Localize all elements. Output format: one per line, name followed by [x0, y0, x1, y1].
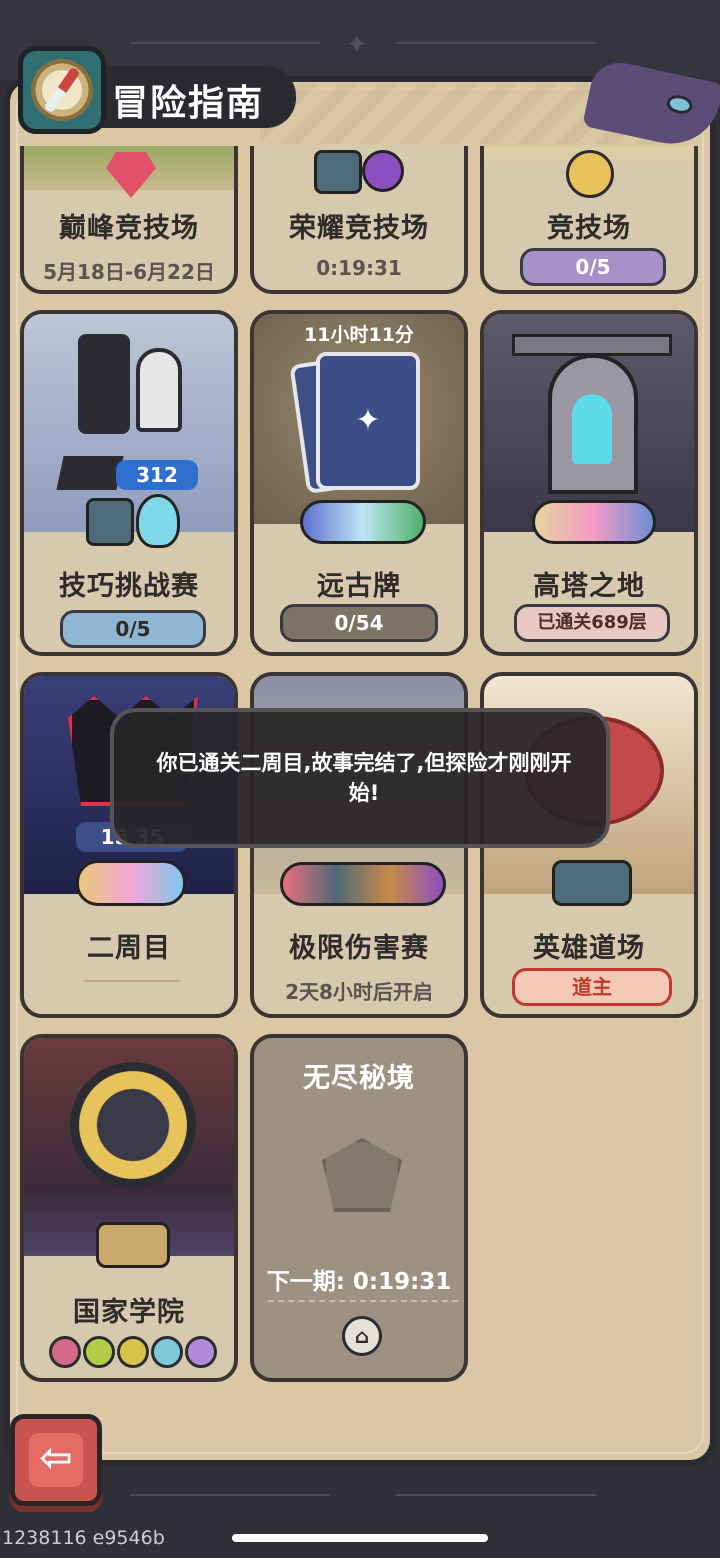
card-endless-realm[interactable]: 无尽秘境 下一期: 0:19:31 ⌂: [250, 1034, 468, 1382]
rewards-icon: [532, 500, 656, 544]
card-name: 巅峰竞技场: [59, 213, 199, 244]
card-peak-arena[interactable]: 巅峰竞技场 5月18日-6月22日: [20, 146, 238, 294]
progress-pill: 0/5: [60, 610, 206, 648]
countdown: 0:19:31: [316, 256, 402, 280]
back-button[interactable]: ⇦: [10, 1414, 102, 1506]
divider: [268, 1300, 458, 1302]
helmet-key-icon: [552, 860, 632, 906]
progress-pill: 0/5: [520, 248, 666, 286]
divider: [84, 980, 180, 982]
graduation-cap-icon: [56, 456, 124, 490]
compass-icon: [18, 46, 106, 134]
title-pill: 道主: [512, 968, 672, 1006]
yellow-orb-icon: [117, 1336, 149, 1368]
card-academy[interactable]: 国家学院: [20, 1034, 238, 1382]
progress-pill: 0/54: [280, 604, 438, 642]
card-name: 英雄道场: [533, 933, 645, 964]
card-front-icon: ✦: [316, 352, 420, 490]
card-name: 无尽秘境: [303, 1063, 415, 1094]
helmet-book-icon: [314, 150, 362, 194]
crown-medal-icon: [70, 1062, 196, 1188]
page-title: 冒险指南: [112, 83, 265, 124]
purple-orb-icon: [185, 1336, 217, 1368]
lock-icon: ⌂: [342, 1316, 382, 1356]
back-arrow-icon: ⇦: [29, 1433, 83, 1487]
green-orb-icon: [83, 1336, 115, 1368]
card-name: 高塔之地: [533, 571, 645, 602]
card-arena[interactable]: 竞技场 0/5: [480, 146, 698, 294]
player-figure-icon: [572, 394, 612, 464]
gem-icon: [106, 152, 156, 198]
helmet-key-icon: [96, 1222, 170, 1268]
card-tower[interactable]: 高塔之地 已通关689层: [480, 310, 698, 656]
blue-orb-icon: [151, 1336, 183, 1368]
card-name: 技巧挑战赛: [59, 571, 199, 602]
crossed-swords-icon: [566, 150, 614, 198]
rook-icon: [78, 334, 130, 434]
tooltip-text: 你已通关二周目,故事完结了,但探险才刚刚开始!: [156, 751, 572, 805]
opens-in: 2天8小时后开启: [285, 980, 433, 1004]
score-badge: 312: [116, 460, 198, 490]
card-name: 远古牌: [317, 571, 401, 602]
gems-icon: [300, 500, 426, 544]
card-skill-challenge[interactable]: 312 技巧挑战赛 0/5: [20, 310, 238, 656]
home-indicator[interactable]: [232, 1534, 488, 1542]
season-dates: 5月18日-6月22日: [43, 260, 215, 284]
card-glory-arena[interactable]: 荣耀竞技场 0:19:31: [250, 146, 468, 294]
rewards-icon: [280, 862, 446, 906]
completion-tooltip: 你已通关二周目,故事完结了,但探险才刚刚开始!: [110, 708, 610, 848]
star-orbs: [46, 1336, 220, 1370]
card-ancient-cards[interactable]: 11小时11分 ✦ 远古牌 0/54: [250, 310, 468, 656]
progress-pill: 已通关689层: [514, 604, 670, 642]
orb-icon: [362, 150, 404, 192]
helmet-book-icon: [86, 498, 134, 546]
rewards-icon: [76, 860, 186, 906]
card-name: 国家学院: [73, 1297, 185, 1328]
card-name: 极限伤害赛: [289, 933, 429, 964]
tower-top: [512, 334, 672, 356]
red-orb-icon: [49, 1336, 81, 1368]
potion-icon: [136, 494, 180, 548]
card-name: 二周目: [87, 933, 171, 964]
card-name: 荣耀竞技场: [289, 213, 429, 244]
dragon-head-icon: [322, 1138, 402, 1212]
build-version: 1238116 e9546b: [2, 1527, 165, 1549]
pawn-icon: [136, 348, 182, 432]
refresh-timer: 11小时11分: [304, 324, 414, 346]
next-season: 下一期: 0:19:31: [266, 1269, 452, 1295]
card-name: 竞技场: [547, 213, 631, 244]
